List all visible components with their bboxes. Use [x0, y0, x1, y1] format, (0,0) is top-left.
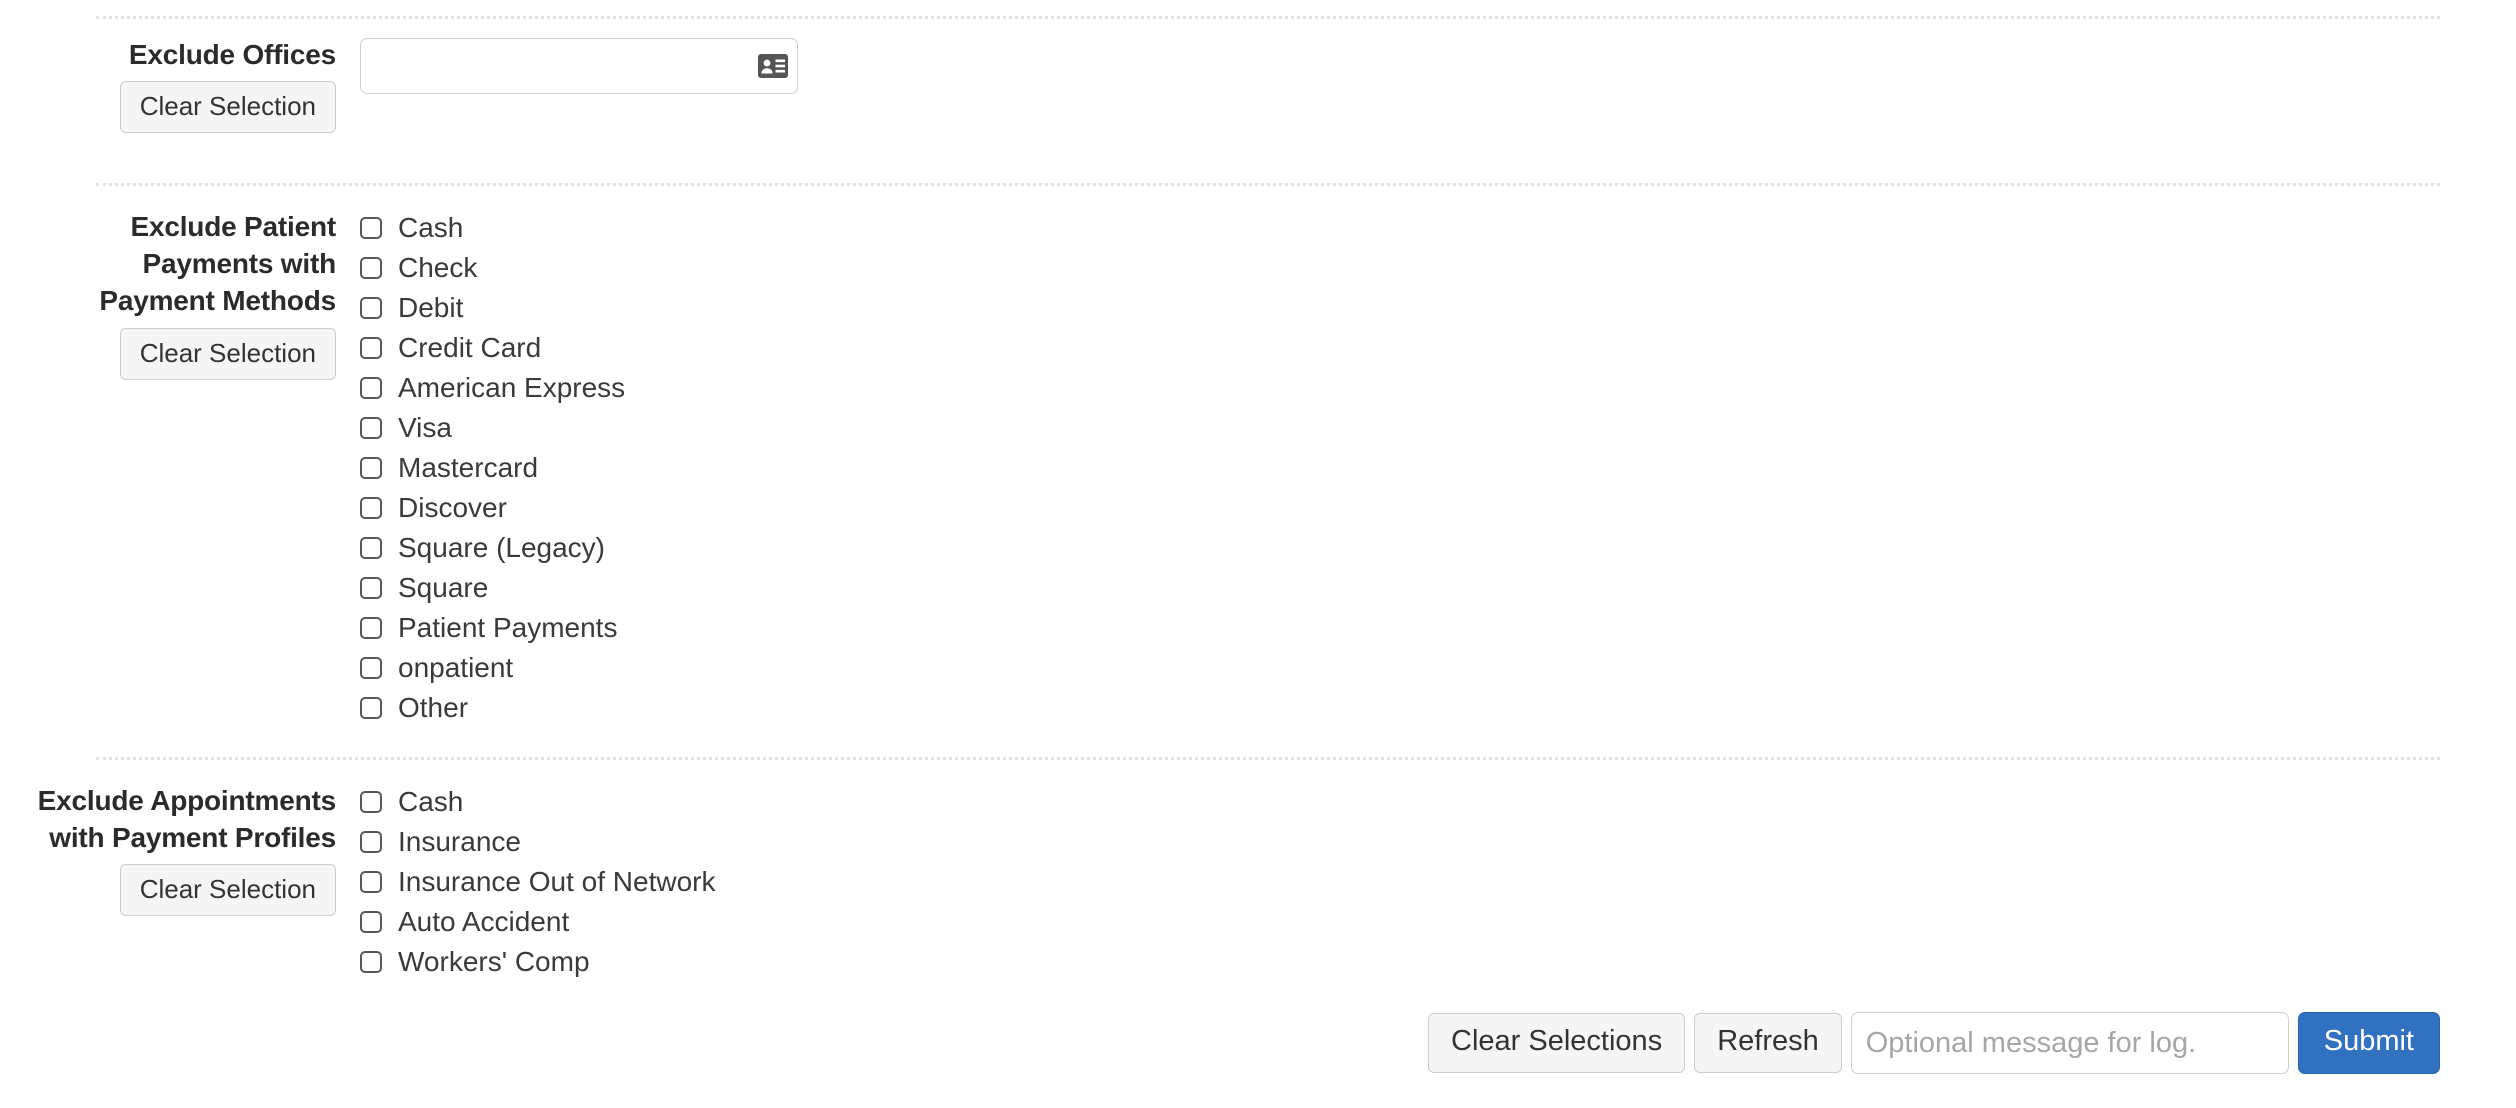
- payment-profiles-checkbox-list: Cash Insurance Insurance Out of Network …: [360, 782, 715, 982]
- submit-button[interactable]: Submit: [2297, 1012, 2440, 1074]
- checkbox-label: Auto Accident: [398, 906, 570, 937]
- checkbox-profile-workers-comp[interactable]: [360, 951, 382, 973]
- office-picker: [360, 38, 798, 94]
- control-col-exclude-offices: [360, 36, 798, 94]
- checkbox-row[interactable]: Square (Legacy): [360, 528, 625, 568]
- payment-methods-checkbox-list: Cash Check Debit Credit Card American Ex…: [360, 208, 625, 728]
- refresh-button[interactable]: Refresh: [1694, 1013, 1842, 1073]
- section-divider-1: [96, 183, 2440, 186]
- checkbox-debit[interactable]: [360, 297, 382, 319]
- row-exclude-offices: Exclude Offices Clear Selection: [0, 36, 798, 134]
- checkbox-row[interactable]: Credit Card: [360, 328, 625, 368]
- checkbox-row[interactable]: Other: [360, 688, 625, 728]
- checkbox-row[interactable]: Workers' Comp: [360, 942, 715, 982]
- label-col-exclude-patient-payments: Exclude Patient Payments with Payment Me…: [0, 208, 360, 380]
- checkbox-label: Visa: [398, 412, 452, 443]
- label-col-exclude-appointments: Exclude Appointments with Payment Profil…: [0, 782, 360, 917]
- checkbox-credit-card[interactable]: [360, 337, 382, 359]
- checkbox-cash[interactable]: [360, 217, 382, 239]
- label-line: Payments with: [142, 248, 337, 280]
- checkbox-profile-insurance-out-of-network[interactable]: [360, 871, 382, 893]
- checkbox-profile-auto-accident[interactable]: [360, 911, 382, 933]
- checkbox-label: Patient Payments: [398, 612, 618, 643]
- section-divider-2: [96, 757, 2440, 760]
- label-line: Payment Methods: [99, 285, 336, 317]
- checkbox-label: Credit Card: [398, 332, 542, 363]
- checkbox-square[interactable]: [360, 577, 382, 599]
- checkbox-patient-payments[interactable]: [360, 617, 382, 639]
- checkbox-row[interactable]: Cash: [360, 782, 715, 822]
- checkbox-onpatient[interactable]: [360, 657, 382, 679]
- action-bar: Clear Selections Refresh Submit: [0, 1012, 2440, 1074]
- label-line: with Payment Profiles: [49, 822, 336, 854]
- control-col-payment-profiles: Cash Insurance Insurance Out of Network …: [360, 782, 715, 982]
- checkbox-label: Check: [398, 252, 478, 283]
- label-exclude-appointments: Exclude Appointments with Payment Profil…: [37, 782, 337, 856]
- label-exclude-patient-payments: Exclude Patient Payments with Payment Me…: [99, 208, 336, 320]
- checkbox-label: Square: [398, 572, 489, 603]
- control-col-payment-methods: Cash Check Debit Credit Card American Ex…: [360, 208, 625, 728]
- checkbox-label: Square (Legacy): [398, 532, 606, 563]
- checkbox-discover[interactable]: [360, 497, 382, 519]
- checkbox-other[interactable]: [360, 697, 382, 719]
- checkbox-label: Workers' Comp: [398, 946, 590, 977]
- checkbox-check[interactable]: [360, 257, 382, 279]
- checkbox-label: Discover: [398, 492, 507, 523]
- checkbox-label: Mastercard: [398, 452, 539, 483]
- label-line: Exclude Patient: [130, 211, 336, 242]
- label-line: Exclude Appointments: [37, 785, 337, 816]
- checkbox-row[interactable]: Cash: [360, 208, 625, 248]
- checkbox-profile-cash[interactable]: [360, 791, 382, 813]
- log-message-input[interactable]: [1850, 1012, 2289, 1074]
- checkbox-row[interactable]: Visa: [360, 408, 625, 448]
- contact-card-icon[interactable]: [758, 54, 788, 78]
- section-divider-top: [96, 16, 2440, 19]
- checkbox-label: Cash: [398, 212, 464, 243]
- checkbox-row[interactable]: Mastercard: [360, 448, 625, 488]
- row-exclude-appointments: Exclude Appointments with Payment Profil…: [0, 782, 716, 982]
- checkbox-row[interactable]: Insurance Out of Network: [360, 862, 715, 902]
- checkbox-row[interactable]: American Express: [360, 368, 625, 408]
- checkbox-row[interactable]: onpatient: [360, 648, 625, 688]
- row-exclude-patient-payments: Exclude Patient Payments with Payment Me…: [0, 208, 625, 728]
- checkbox-label: onpatient: [398, 652, 514, 683]
- label-exclude-offices: Exclude Offices: [128, 39, 336, 70]
- checkbox-row[interactable]: Insurance: [360, 822, 715, 862]
- clear-selection-payment-profiles-button[interactable]: Clear Selection: [119, 864, 336, 917]
- checkbox-row[interactable]: Discover: [360, 488, 625, 528]
- checkbox-row[interactable]: Patient Payments: [360, 608, 625, 648]
- exclude-offices-input[interactable]: [360, 38, 798, 94]
- checkbox-row[interactable]: Auto Accident: [360, 902, 715, 942]
- checkbox-square-legacy[interactable]: [360, 537, 382, 559]
- checkbox-row[interactable]: Check: [360, 248, 625, 288]
- checkbox-visa[interactable]: [360, 417, 382, 439]
- checkbox-mastercard[interactable]: [360, 457, 382, 479]
- checkbox-label: Cash: [398, 786, 464, 817]
- checkbox-label: Insurance: [398, 826, 521, 857]
- label-col-exclude-offices: Exclude Offices Clear Selection: [0, 36, 360, 134]
- checkbox-label: American Express: [398, 372, 626, 403]
- clear-selection-payment-methods-button[interactable]: Clear Selection: [119, 327, 336, 380]
- checkbox-label: Insurance Out of Network: [398, 866, 716, 897]
- checkbox-profile-insurance[interactable]: [360, 831, 382, 853]
- exclude-filters-form: Exclude Offices Clear Selection Exclude …: [0, 0, 2516, 1108]
- checkbox-row[interactable]: Square: [360, 568, 625, 608]
- checkbox-row[interactable]: Debit: [360, 288, 625, 328]
- clear-selection-offices-button[interactable]: Clear Selection: [119, 81, 336, 134]
- clear-selections-button[interactable]: Clear Selections: [1428, 1013, 1686, 1073]
- checkbox-label: Debit: [398, 292, 464, 323]
- checkbox-label: Other: [398, 692, 469, 723]
- checkbox-american-express[interactable]: [360, 377, 382, 399]
